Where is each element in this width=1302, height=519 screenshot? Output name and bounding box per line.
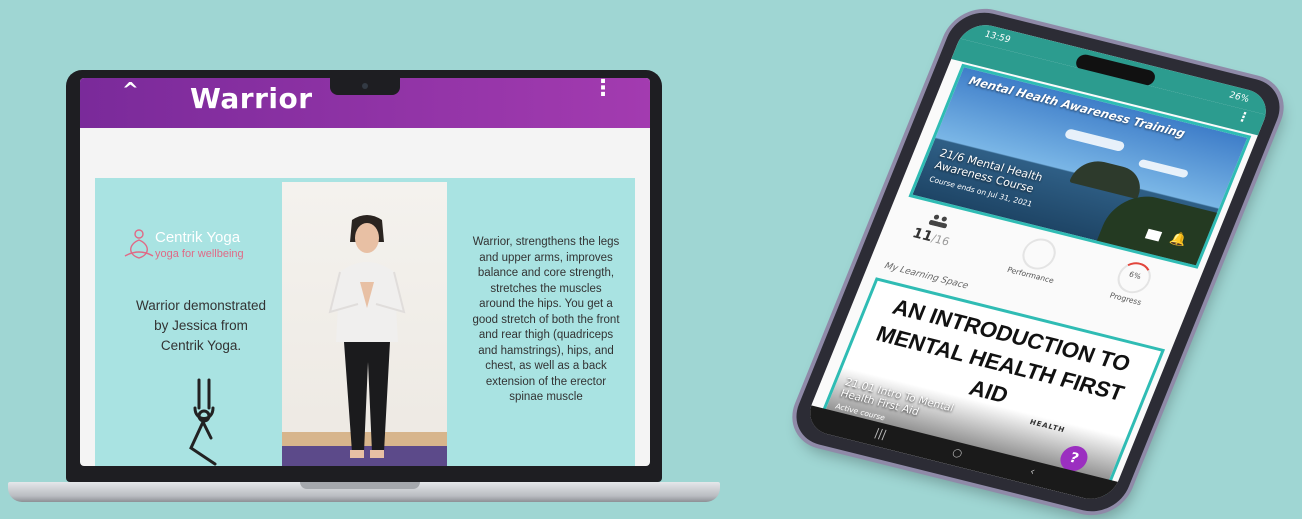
logo-name: Centrik Yoga	[155, 229, 241, 246]
recent-apps-icon[interactable]: |||	[873, 426, 889, 441]
battery-level: 26%	[1227, 90, 1251, 105]
members-total: /16	[929, 232, 952, 249]
pose-description: Warrior, strengthens the legs and upper …	[472, 236, 620, 403]
page-title: Warrior	[190, 82, 313, 115]
pose-caption: Warrior demonstrated by Jessica from Cen…	[135, 298, 267, 353]
lotus-logo-icon	[124, 229, 154, 259]
instructor-figure	[328, 215, 406, 458]
phone-device: 13:59 26% ⋮ Mental Health Awareness Trai…	[786, 5, 1290, 519]
back-icon[interactable]: ‹	[1028, 465, 1037, 478]
instructor-photo	[282, 182, 447, 466]
members-count: 11/16	[910, 225, 952, 249]
cloud	[1063, 128, 1126, 153]
laptop-screen: ^ Warrior ⋮ Centrik Yoga yoga for wellbe…	[80, 78, 650, 466]
logo-tagline: yoga for wellbeing	[155, 248, 244, 260]
yoga-pose-icon	[189, 378, 217, 466]
performance-ring	[1017, 235, 1061, 273]
laptop-trackpad-notch	[300, 482, 420, 489]
more-vertical-icon[interactable]: ⋮	[1234, 109, 1252, 126]
group-icon	[928, 214, 948, 229]
phone-screen: 13:59 26% ⋮ Mental Health Awareness Trai…	[802, 19, 1274, 505]
cloud	[1137, 158, 1190, 179]
status-time: 13:59	[982, 29, 1012, 46]
lesson-slide: Centrik Yoga yoga for wellbeing Warrior …	[95, 178, 635, 466]
home-icon[interactable]: ○	[950, 445, 964, 459]
camera-notch	[330, 78, 400, 95]
chevron-up-icon[interactable]: ^	[122, 78, 139, 102]
more-vertical-icon[interactable]: ⋮	[592, 78, 614, 101]
